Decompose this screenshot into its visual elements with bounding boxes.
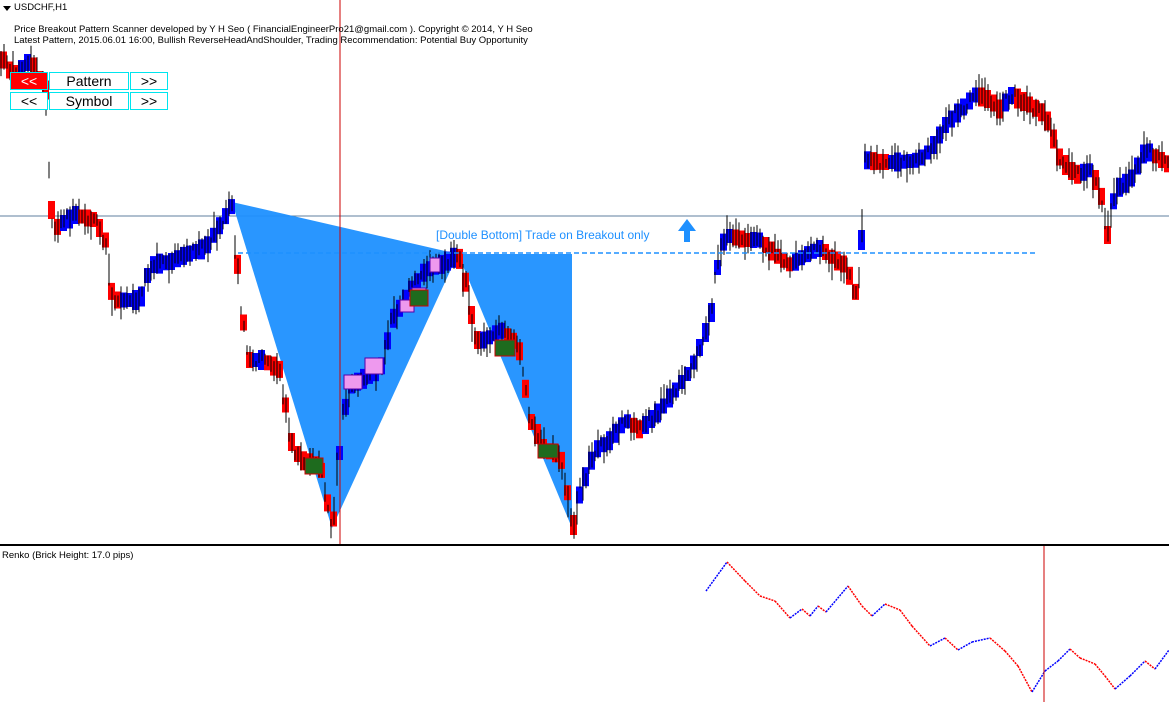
renko-segment: [1079, 657, 1096, 665]
scanner-info-line: Price Breakout Pattern Scanner developed…: [14, 24, 533, 35]
renko-segment: [801, 608, 811, 617]
symbol-prev-button[interactable]: <<: [10, 92, 48, 110]
renko-segment: [929, 637, 946, 647]
pattern-right-shape: [458, 254, 572, 528]
renko-segment: [911, 625, 931, 647]
pattern-next-button[interactable]: >>: [130, 72, 168, 90]
triangle-down-icon[interactable]: [3, 6, 11, 11]
main-chart-panel[interactable]: USDCHF,H1 Price Breakout Pattern Scanner…: [0, 0, 1169, 544]
renko-segment: [1031, 670, 1046, 693]
price-brick: [48, 201, 55, 219]
renko-segment: [774, 600, 791, 619]
renko-segment: [809, 605, 819, 617]
renko-segment: [861, 605, 873, 617]
renko-segment: [726, 561, 746, 582]
renko-segment: [825, 585, 849, 613]
renko-segment: [1104, 675, 1116, 690]
renko-segment: [1129, 660, 1146, 677]
renko-segment: [899, 609, 913, 627]
renko-segment: [759, 595, 776, 602]
symbol-title: USDCHF,H1: [14, 2, 68, 13]
renko-indicator-panel[interactable]: Renko (Brick Height: 17.0 pips): [0, 546, 1169, 702]
pattern-label-button[interactable]: Pattern: [49, 72, 129, 90]
renko-segment: [1114, 675, 1131, 690]
price-bars: [0, 44, 1169, 539]
renko-segment: [817, 605, 827, 613]
symbol-next-button[interactable]: >>: [130, 92, 168, 110]
renko-segment: [957, 641, 973, 651]
price-chart-svg[interactable]: [0, 0, 1169, 544]
renko-segment: [1057, 648, 1071, 662]
highlight-box: [429, 257, 441, 273]
renko-chart-svg[interactable]: [0, 546, 1169, 702]
renko-segment: [989, 637, 1006, 652]
renko-line: [705, 561, 1169, 693]
latest-pattern-line: Latest Pattern, 2015.06.01 16:00, Bullis…: [14, 35, 528, 46]
renko-segment: [705, 561, 728, 592]
renko-segment: [1004, 650, 1019, 667]
renko-segment: [944, 637, 959, 651]
renko-segment: [847, 585, 863, 607]
renko-segment: [1144, 660, 1156, 670]
trade-breakout-label: [Double Bottom] Trade on Breakout only: [436, 228, 650, 242]
green-box: [304, 457, 324, 475]
renko-overlay-bricks: [0, 51, 1169, 535]
arrow-up-icon-shape: [678, 219, 696, 242]
renko-segment: [971, 637, 991, 643]
renko-segment: [1069, 648, 1081, 659]
pattern-prev-button[interactable]: <<: [10, 72, 48, 90]
green-box: [494, 339, 516, 357]
renko-segment: [1044, 660, 1059, 672]
green-box: [537, 443, 559, 459]
renko-segment: [1094, 663, 1106, 677]
symbol-label-button[interactable]: Symbol: [49, 92, 129, 110]
renko-segment: [1017, 665, 1033, 693]
renko-segment: [871, 603, 886, 617]
renko-segment: [744, 580, 761, 597]
renko-indicator-label: Renko (Brick Height: 17.0 pips): [2, 550, 134, 561]
highlight-box: [364, 357, 384, 375]
renko-segment: [884, 603, 901, 611]
green-box: [409, 289, 429, 307]
renko-segment: [789, 608, 803, 619]
arrow-up-icon: [678, 219, 696, 242]
renko-segment: [1154, 649, 1169, 670]
highlight-box: [343, 374, 363, 390]
